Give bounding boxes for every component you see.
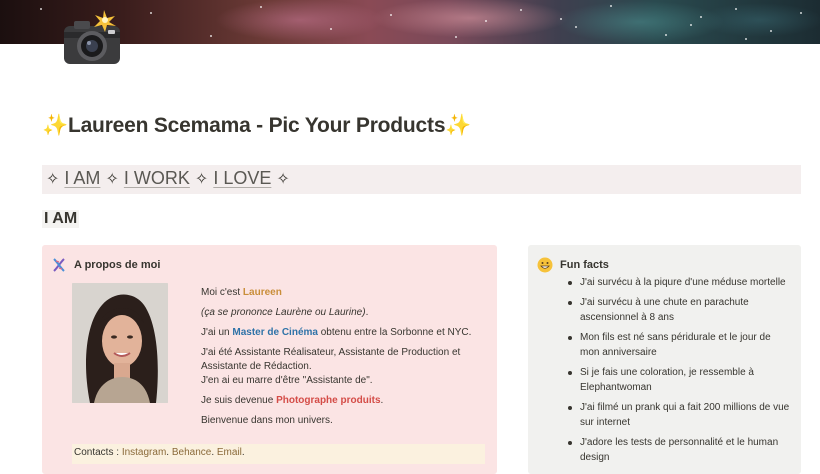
- nav-link-i-am[interactable]: I AM: [64, 168, 100, 188]
- photographer-link[interactable]: Photographe produits: [276, 395, 380, 406]
- about-text: Moi c'est Laureen (ça se prononce Laurèn…: [201, 286, 481, 434]
- name-highlight: Laureen: [242, 287, 282, 298]
- section-heading: I AM: [42, 210, 80, 228]
- about-welcome: Bienvenue dans mon univers.: [201, 415, 333, 426]
- grinning-face-icon: [537, 257, 553, 273]
- profile-photo[interactable]: [72, 283, 168, 403]
- about-pronounce: (ça se prononce Laurène ou Laurine).: [201, 307, 369, 318]
- about-hello: Moi c'est Laureen: [201, 287, 282, 298]
- sparkle-diamond-icon: ✧: [105, 171, 119, 188]
- list-item: J'ai survécu à la piqure d'une méduse mo…: [566, 275, 791, 290]
- section-nav: ✧ I AM ✧ I WORK ✧ I LOVE ✧: [42, 165, 801, 194]
- master-link[interactable]: Master de Cinéma: [232, 327, 318, 338]
- instagram-link[interactable]: Instagram: [122, 447, 166, 458]
- fun-facts-list: J'ai survécu à la piqure d'une méduse mo…: [566, 275, 791, 470]
- nav-link-i-love[interactable]: I LOVE: [213, 168, 271, 188]
- about-title: A propos de moi: [74, 259, 161, 271]
- email-link[interactable]: Email: [217, 447, 242, 458]
- fun-facts-title: Fun facts: [560, 259, 609, 271]
- list-item: J'adore les tests de personnalité et le …: [566, 435, 791, 465]
- list-item: Mon fils est né sans péridurale et le jo…: [566, 330, 791, 360]
- contacts-bar: Contacts : Instagram. Behance. Email.: [72, 444, 485, 464]
- dna-icon: [53, 258, 65, 272]
- about-callout: A propos de moi Moi c'est Laureen (ça se…: [42, 245, 497, 474]
- sparkle-diamond-icon: ✧: [194, 171, 209, 188]
- fun-facts-callout: Fun facts J'ai survécu à la piqure d'une…: [528, 245, 801, 474]
- sparkle-diamond-icon: ✧: [46, 171, 60, 188]
- behance-link[interactable]: Behance: [172, 447, 211, 458]
- list-item: J'ai survécu à une chute en parachute as…: [566, 295, 791, 325]
- page-title-text: Laureen Scemama - Pic Your Products: [67, 114, 446, 137]
- about-became: Je suis devenue Photographe produits.: [201, 395, 384, 406]
- camera-flash-icon[interactable]: [60, 10, 124, 68]
- list-item: J'ai filmé un prank qui a fait 200 milli…: [566, 400, 791, 430]
- about-assistant: J'ai été Assistante Réalisateur, Assista…: [201, 347, 461, 372]
- about-assistant-2: J'en ai eu marre d'être "Assistante de".: [201, 375, 373, 386]
- sparkles-icon: ✨: [445, 114, 472, 137]
- nav-link-i-work[interactable]: I WORK: [124, 168, 190, 188]
- sparkle-diamond-icon: ✧: [276, 171, 290, 188]
- page-title: ✨Laureen Scemama - Pic Your Products✨: [42, 114, 471, 138]
- about-master: J'ai un Master de Cinéma obtenu entre la…: [201, 327, 472, 338]
- list-item: Si je fais une coloration, je ressemble …: [566, 365, 791, 395]
- sparkles-icon: ✨: [42, 114, 68, 137]
